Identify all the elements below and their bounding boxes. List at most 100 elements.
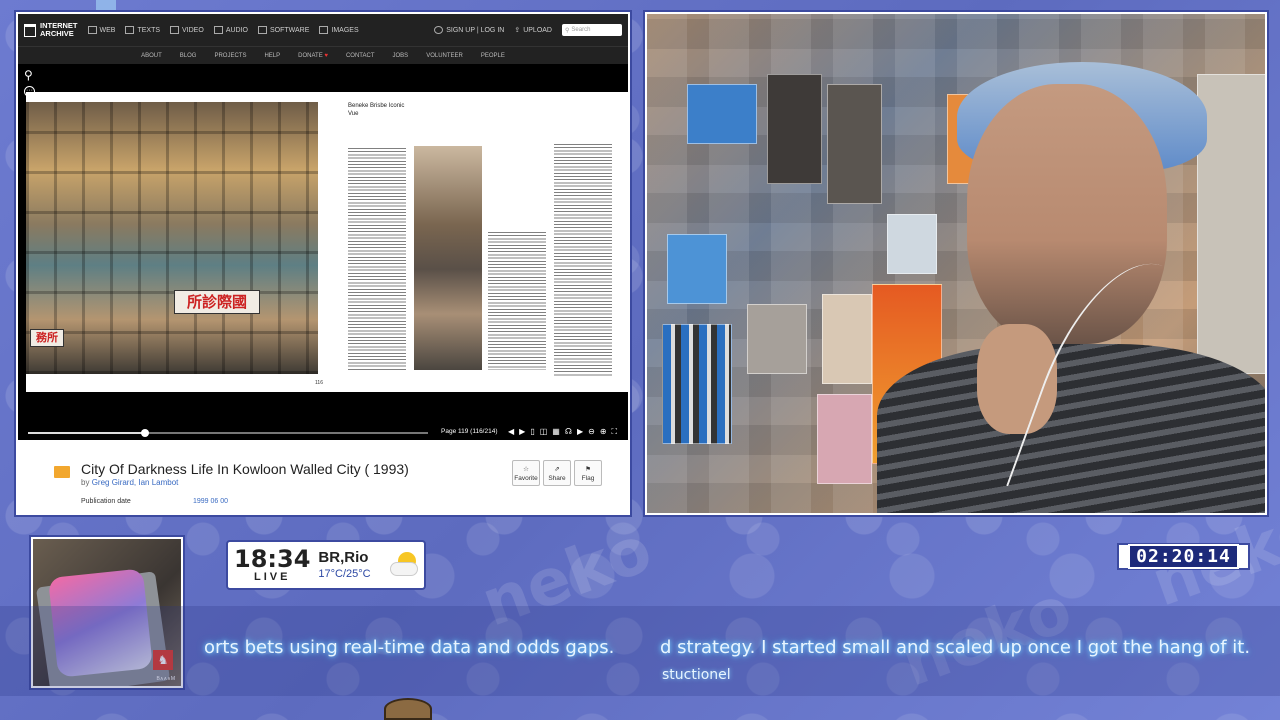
- caption-right: d strategy. I started small and scaled u…: [660, 637, 1251, 658]
- game-character-sprite: [96, 0, 116, 10]
- clinic-sign: 所診際國: [174, 290, 260, 314]
- item-info: City Of Darkness Life In Kowloon Walled …: [18, 440, 628, 513]
- subnav-about[interactable]: ABOUT: [141, 53, 162, 59]
- browser-window: INTERNET ARCHIVE WEB TEXTS VIDEO AUDIO S…: [16, 12, 630, 515]
- upload-label: UPLOAD: [523, 26, 552, 34]
- nav-video[interactable]: VIDEO: [170, 26, 204, 34]
- wall-postcard: [822, 294, 872, 384]
- ia-temple-icon: [24, 23, 36, 37]
- reader-controls: ◀ ▶ ▯ ◫ ▦ ☊ ▶ ⊖ ⊕ ⛶: [508, 427, 617, 437]
- zoom-in-icon[interactable]: ⊕: [600, 427, 607, 437]
- kowloon-photo-right: [414, 146, 482, 370]
- upload-link[interactable]: ⇪ UPLOAD: [514, 26, 552, 35]
- favorite-label: Favorite: [514, 474, 538, 482]
- caption-left: orts bets using real-time data and odds …: [204, 637, 615, 658]
- search-input[interactable]: ⚲ Search: [562, 24, 622, 36]
- page-right: Beneke Brisbe Iconic Vue: [316, 92, 628, 392]
- subnav-volunteer[interactable]: VOLUNTEER: [426, 53, 463, 59]
- flag-icon: ⚑: [585, 465, 591, 473]
- wall-postcard: [747, 304, 807, 374]
- publication-date-value[interactable]: 1999 06 00: [193, 498, 228, 505]
- thumbnail-view-icon[interactable]: ▦: [552, 427, 560, 437]
- subnav-blog[interactable]: BLOG: [180, 53, 197, 59]
- logo-line2: ARCHIVE: [40, 29, 74, 38]
- weather-temps: 17°C/25°C: [318, 568, 371, 580]
- text-column: [554, 144, 612, 376]
- audio-icon: [213, 26, 223, 34]
- subnav-jobs[interactable]: JOBS: [393, 53, 409, 59]
- one-page-view-icon[interactable]: ▯: [530, 427, 534, 437]
- upload-icon: ⇪: [514, 27, 521, 34]
- book-reader: ⚲ ··· 所診際國 務所 116 Beneke Brisbe Iconic V…: [18, 64, 628, 436]
- subnav-people[interactable]: PEOPLE: [481, 53, 505, 59]
- nav-images[interactable]: IMAGES: [319, 26, 359, 34]
- publication-date-label: Publication date: [81, 498, 131, 505]
- wall-postcard: [827, 84, 882, 204]
- two-page-view-icon[interactable]: ◫: [540, 427, 548, 437]
- favorite-button[interactable]: ☆ Favorite: [512, 460, 540, 486]
- star-icon: ☆: [523, 465, 529, 473]
- office-sign: 務所: [30, 329, 64, 347]
- play-icon[interactable]: ▶: [577, 427, 583, 437]
- search-icon: ⚲: [565, 27, 570, 34]
- prev-page-icon[interactable]: ◀: [508, 427, 514, 437]
- fullscreen-icon[interactable]: ⛶: [612, 427, 618, 437]
- partly-cloudy-icon: [390, 552, 420, 580]
- by-prefix: by: [81, 478, 90, 487]
- text-column: [488, 232, 546, 370]
- software-icon: [257, 26, 267, 34]
- page-slider-fill: [28, 432, 145, 434]
- page-slider[interactable]: [28, 429, 428, 437]
- share-label: Share: [548, 474, 566, 482]
- search-placeholder: Search: [571, 27, 591, 33]
- text-column: [348, 148, 406, 370]
- zoom-out-icon[interactable]: ⊖: [588, 427, 595, 437]
- user-icon: [434, 26, 444, 34]
- nav-images-label: IMAGES: [331, 26, 359, 34]
- subnav-contact[interactable]: CONTACT: [346, 53, 375, 59]
- nav-audio-label: AUDIO: [225, 26, 248, 34]
- ia-subnav: ABOUT BLOG PROJECTS HELP DONATE ♥ CONTAC…: [18, 46, 628, 64]
- ia-account: SIGN UP | LOG IN ⇪ UPLOAD ⚲ Search: [434, 24, 622, 36]
- flag-label: Flag: [581, 474, 595, 482]
- reader-toolbar: Page 119 (116/214) ◀ ▶ ▯ ◫ ▦ ☊ ▶ ⊖ ⊕ ⛶: [18, 426, 628, 440]
- wall-postcard: [817, 394, 872, 484]
- book-icon: [54, 466, 70, 478]
- wall-postcard: [767, 74, 822, 184]
- nav-web-label: WEB: [99, 26, 116, 34]
- heart-icon: ♥: [324, 52, 328, 59]
- item-actions: ☆ Favorite ⇗ Share ⚑ Flag: [512, 460, 602, 486]
- stream-timer-value: 02:20:14: [1128, 544, 1239, 569]
- wall-postcard: [1197, 74, 1265, 374]
- nav-texts[interactable]: TEXTS: [125, 26, 160, 34]
- ia-logo[interactable]: INTERNET ARCHIVE: [24, 22, 78, 38]
- share-button[interactable]: ⇗ Share: [543, 460, 571, 486]
- share-icon: ⇗: [554, 465, 560, 473]
- webcam-feed: [645, 12, 1267, 515]
- read-aloud-icon[interactable]: ☊: [565, 427, 572, 437]
- nav-video-label: VIDEO: [182, 26, 204, 34]
- page-slider-handle[interactable]: [140, 429, 149, 437]
- item-title: City Of Darkness Life In Kowloon Walled …: [81, 461, 409, 477]
- nav-texts-label: TEXTS: [137, 26, 161, 34]
- page-indicator: Page 119 (116/214): [441, 428, 498, 435]
- page-spread[interactable]: 所診際國 務所 116 Beneke Brisbe Iconic Vue: [26, 92, 628, 392]
- nav-audio[interactable]: AUDIO: [213, 26, 248, 34]
- nav-software[interactable]: SOFTWARE: [257, 26, 310, 34]
- nav-web[interactable]: WEB: [87, 26, 116, 34]
- subnav-projects[interactable]: PROJECTS: [214, 53, 246, 59]
- next-page-icon[interactable]: ▶: [519, 427, 525, 437]
- signin-label: SIGN UP | LOG IN: [446, 26, 505, 34]
- author-links[interactable]: Greg Girard, Ian Lambot: [92, 478, 179, 487]
- reader-search-icon[interactable]: ⚲: [24, 68, 33, 82]
- subnav-help[interactable]: HELP: [264, 53, 280, 59]
- ia-media-nav: WEB TEXTS VIDEO AUDIO SOFTWARE IMAGES: [87, 26, 359, 34]
- web-icon: [87, 26, 97, 34]
- signin-link[interactable]: SIGN UP | LOG IN: [434, 26, 504, 34]
- nav-software-label: SOFTWARE: [269, 26, 310, 34]
- subnav-donate[interactable]: DONATE ♥: [298, 53, 328, 59]
- images-icon: [319, 26, 329, 34]
- marker-cup: [662, 324, 732, 444]
- ia-topbar: INTERNET ARCHIVE WEB TEXTS VIDEO AUDIO S…: [18, 14, 628, 46]
- flag-button[interactable]: ⚑ Flag: [574, 460, 602, 486]
